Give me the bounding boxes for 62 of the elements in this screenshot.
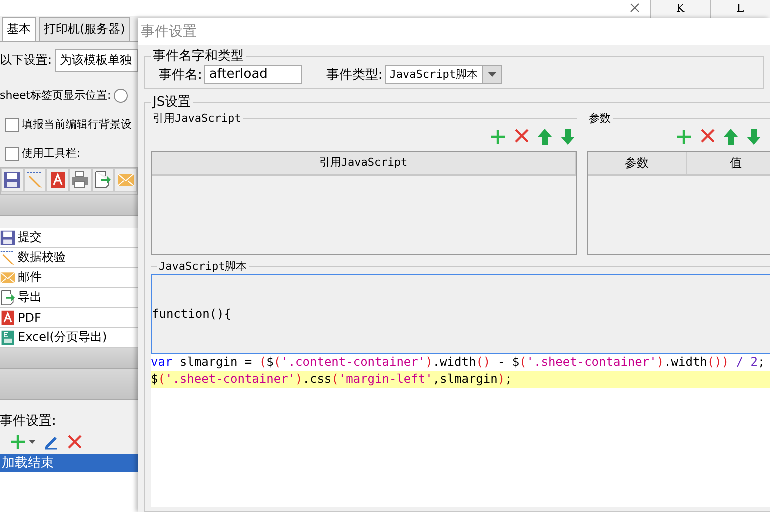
group-title: JS设置	[151, 94, 192, 111]
toolbar-button[interactable]	[92, 168, 114, 192]
add-dropdown-button[interactable]	[10, 434, 36, 450]
code-line: var slmargin = ($('.content-container').width() - $('.sheet-container').width()) / 2;	[151, 354, 766, 371]
envelope-icon	[116, 171, 135, 189]
group-title: 参数	[588, 111, 612, 126]
close-icon[interactable]	[630, 3, 640, 13]
pen-icon[interactable]	[44, 434, 60, 450]
column-header: 值	[687, 152, 770, 174]
name-label: 事件名:	[159, 66, 202, 84]
plus-icon[interactable]	[676, 129, 692, 145]
delete-icon[interactable]	[68, 435, 82, 449]
column-header: 参数	[588, 152, 687, 174]
checkbox[interactable]	[5, 146, 19, 160]
toolbar-option[interactable]: 导出	[0, 288, 138, 308]
event-item[interactable]: 加载结束	[0, 454, 138, 472]
dialog-title: 事件设置	[138, 18, 770, 45]
toolbar-button[interactable]	[1, 168, 24, 192]
toolbar-button[interactable]	[69, 168, 92, 192]
tab[interactable]: 基本	[2, 17, 36, 41]
checkbox[interactable]	[5, 118, 19, 132]
toolbar-option[interactable]: 数据校验	[0, 248, 138, 268]
envelope-icon	[0, 270, 16, 286]
group-title: JavaScript脚本	[158, 259, 248, 274]
down-arrow-icon[interactable]	[747, 129, 761, 145]
delete-icon[interactable]	[515, 129, 529, 143]
pencil-icon	[0, 250, 16, 266]
down-arrow-icon[interactable]	[561, 129, 575, 145]
plus-icon[interactable]	[490, 129, 506, 145]
events-label: 事件设置:	[0, 413, 58, 430]
delete-icon[interactable]	[701, 129, 715, 143]
type-label: 事件类型:	[326, 66, 383, 84]
sheet-position-label: sheet标签页显示位置:	[0, 88, 112, 103]
printer-icon	[71, 171, 90, 189]
pdf-document-icon	[48, 171, 67, 189]
up-arrow-icon[interactable]	[538, 129, 552, 145]
toolbar-option[interactable]: 提交	[0, 228, 138, 248]
spreadsheet-file-icon	[0, 330, 16, 346]
code-line: function(){	[152, 306, 232, 322]
setting-dropdown[interactable]: 为该模板单独	[55, 49, 138, 72]
export-document-icon	[94, 171, 112, 189]
group-title: 事件名字和类型	[152, 48, 245, 65]
toolbar-option[interactable]: PDF	[0, 308, 138, 328]
pencil-icon	[26, 171, 44, 189]
up-arrow-icon[interactable]	[724, 129, 738, 145]
toolbar-button[interactable]	[114, 168, 138, 192]
column-header: 引用JavaScript	[152, 152, 576, 174]
toolbar-option[interactable]: 邮件	[0, 268, 138, 288]
type-dropdown[interactable]: JavaScript脚本	[384, 65, 502, 84]
caret-icon	[29, 440, 36, 444]
pdf-document-icon	[0, 310, 16, 326]
name-field[interactable]: afterload	[204, 65, 302, 84]
checkbox-label: 使用工具栏:	[22, 146, 81, 161]
export-document-icon	[0, 290, 16, 306]
caret-icon	[488, 72, 497, 77]
radio-button[interactable]	[114, 88, 128, 102]
toolbar-option[interactable]: Excel(分页导出)	[0, 328, 138, 348]
tab[interactable]: 打印机(服务器)	[39, 17, 130, 41]
group-title: 引用JavaScript	[152, 111, 242, 126]
toolbar-button[interactable]	[46, 168, 70, 192]
checkbox-label: 填报当前编辑行背景设	[22, 117, 132, 132]
setting-label: 以下设置:	[0, 52, 52, 69]
